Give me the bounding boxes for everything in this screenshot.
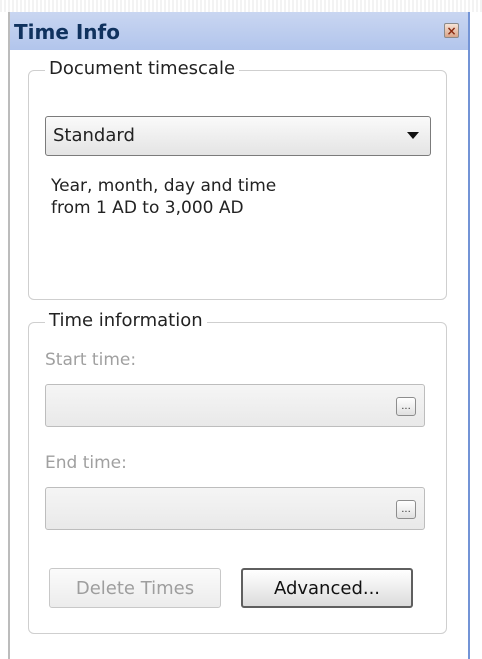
start-time-label: Start time: — [45, 350, 137, 370]
chevron-down-icon — [407, 132, 419, 139]
delete-times-button[interactable]: Delete Times — [49, 568, 221, 608]
close-icon: × — [446, 23, 457, 38]
right-edge — [470, 12, 482, 659]
end-time-label: End time: — [45, 453, 127, 473]
document-timescale-legend: Document timescale — [45, 58, 240, 79]
end-time-browse-button[interactable]: ... — [396, 500, 416, 519]
left-edge — [0, 12, 10, 659]
end-time-field[interactable]: ... — [45, 487, 425, 530]
timescale-description-line-2: from 1 AD to 3,000 AD — [51, 198, 244, 218]
screen: Time Info × Document timescale Standard … — [0, 0, 482, 659]
timescale-description-line-1: Year, month, day and time — [51, 176, 277, 196]
timescale-dropdown[interactable]: Standard — [45, 116, 431, 156]
timescale-selected-value: Standard — [53, 125, 135, 146]
start-time-browse-button[interactable]: ... — [396, 397, 416, 416]
panel-titlebar: Time Info × — [10, 12, 468, 50]
time-information-legend: Time information — [45, 310, 207, 331]
start-time-field[interactable]: ... — [45, 384, 425, 427]
advanced-button[interactable]: Advanced... — [241, 568, 413, 608]
ellipsis-icon: ... — [401, 503, 411, 515]
close-button[interactable]: × — [444, 23, 459, 38]
panel-title: Time Info — [14, 20, 120, 44]
ellipsis-icon: ... — [401, 400, 411, 412]
top-edge — [0, 0, 482, 12]
